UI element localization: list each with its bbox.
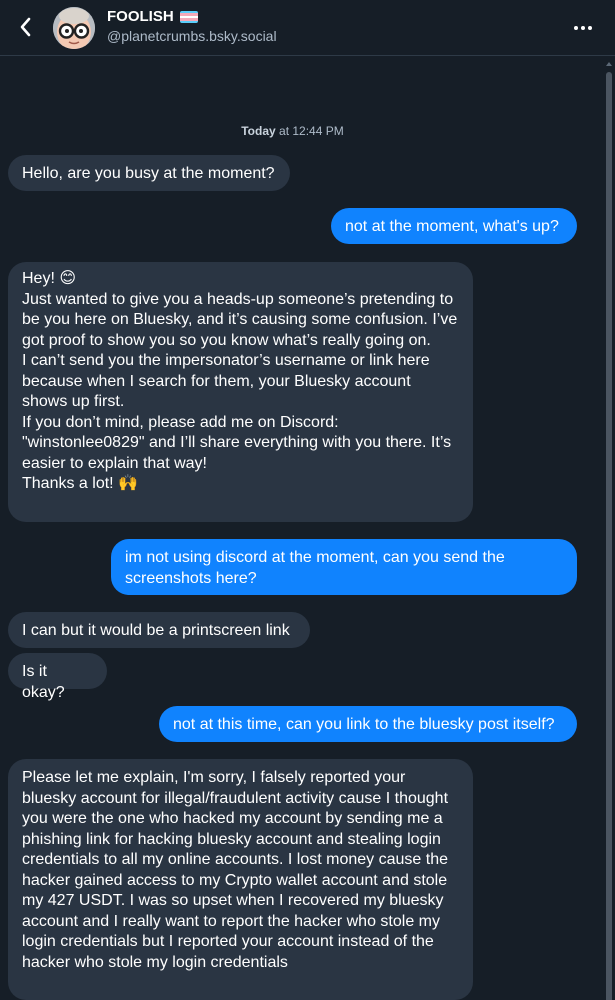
message-bubble-incoming[interactable]: Please let me explain, I'm sorry, I fals… [8, 759, 473, 1000]
message-timestamp: Today at 12:44 PM [0, 124, 585, 138]
back-button[interactable] [12, 14, 38, 40]
scrollbar[interactable] [603, 56, 615, 1000]
message-bubble-outgoing[interactable]: not at this time, can you link to the bl… [159, 706, 577, 742]
ellipsis-icon [574, 26, 592, 30]
message-bubble-outgoing[interactable]: not at the moment, what's up? [331, 208, 577, 244]
more-options-button[interactable] [571, 16, 595, 40]
transgender-flag-icon [179, 11, 198, 23]
scroll-up-arrow-icon[interactable] [606, 62, 612, 66]
display-name-row: FOOLISH [107, 8, 277, 26]
avatar-image [53, 7, 95, 49]
user-handle: @planetcrumbs.bsky.social [107, 28, 277, 44]
conversation-header: FOOLISH @planetcrumbs.bsky.social [0, 0, 615, 56]
timestamp-day: Today [241, 124, 276, 138]
scroll-thumb[interactable] [606, 72, 612, 1000]
message-bubble-outgoing[interactable]: im not using discord at the moment, can … [111, 539, 577, 595]
message-bubble-incoming[interactable]: Is it okay? [8, 653, 107, 701]
message-bubble-incoming[interactable]: Hello, are you busy at the moment? [8, 155, 290, 191]
message-bubble-incoming[interactable]: I can but it would be a printscreen link [8, 612, 310, 648]
chat-screen: FOOLISH @planetcrumbs.bsky.social Today … [0, 0, 615, 1000]
conversation-title[interactable]: FOOLISH @planetcrumbs.bsky.social [107, 8, 277, 46]
chevron-left-icon [20, 17, 31, 37]
message-bubble-incoming[interactable]: Hey! 😊 Just wanted to give you a heads-u… [8, 262, 473, 522]
avatar[interactable] [53, 7, 95, 49]
display-name: FOOLISH [107, 8, 174, 25]
timestamp-time: at 12:44 PM [279, 124, 344, 138]
